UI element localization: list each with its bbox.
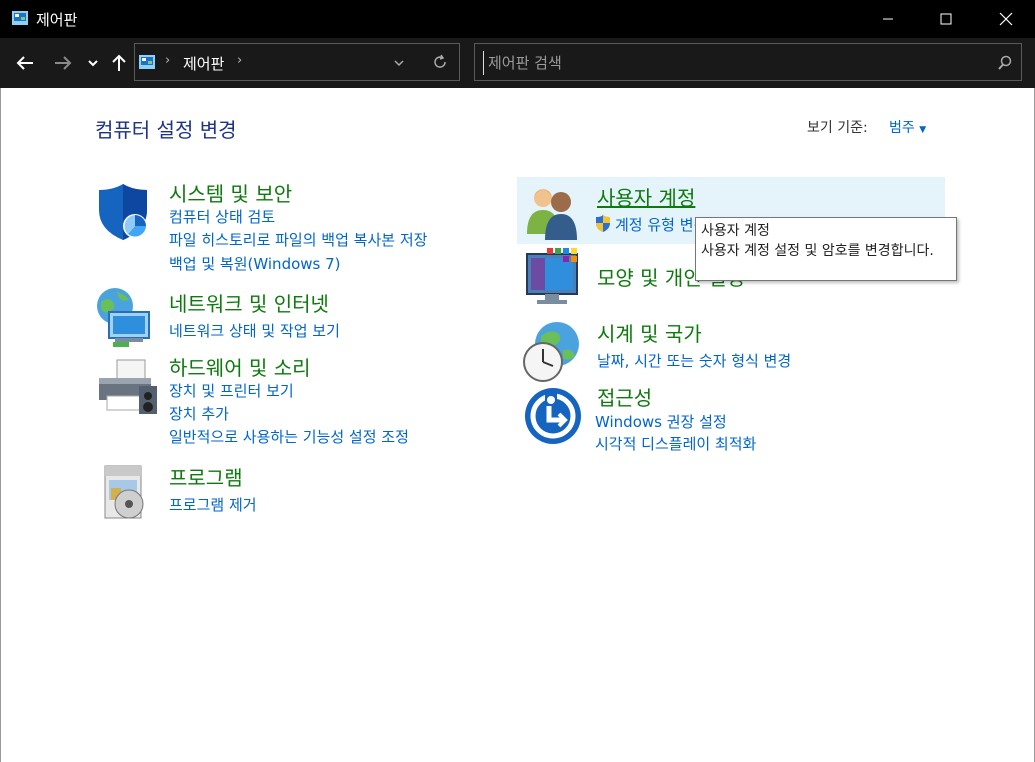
appearance-icon[interactable] xyxy=(523,246,587,310)
back-button[interactable] xyxy=(13,51,37,75)
link-recommended-settings[interactable]: Windows 권장 설정 xyxy=(595,411,727,432)
tooltip-text: 사용자 계정 설정 및 암호를 변경합니다. xyxy=(701,243,934,259)
link-review-computer-status[interactable]: 컴퓨터 상태 검토 xyxy=(169,206,275,227)
breadcrumb-control-panel[interactable]: 제어판 xyxy=(183,53,224,74)
view-by-value: 범주 xyxy=(889,120,915,136)
link-file-history[interactable]: 파일 히스토리로 파일의 백업 복사본 저장 xyxy=(169,229,427,250)
address-bar[interactable]: › 제어판 › xyxy=(134,43,460,81)
shield-icon[interactable] xyxy=(95,182,159,246)
category-system-security[interactable]: 시스템 및 보안 xyxy=(169,178,292,207)
link-change-account-type[interactable]: 계정 유형 변경 xyxy=(615,214,707,235)
breadcrumb-separator-icon: › xyxy=(165,53,171,68)
chevron-down-icon xyxy=(88,60,98,67)
control-panel-icon xyxy=(139,55,155,69)
link-devices-printers[interactable]: 장치 및 프린터 보기 xyxy=(169,380,294,401)
view-by-label: 보기 기준: xyxy=(807,120,868,136)
forward-button[interactable] xyxy=(51,51,75,75)
accessibility-icon[interactable] xyxy=(521,384,585,448)
window-title: 제어판 xyxy=(36,11,78,29)
search-input[interactable] xyxy=(483,51,990,75)
dropdown-arrow-icon: ▼ xyxy=(919,125,927,135)
category-clock-region[interactable]: 시계 및 국가 xyxy=(597,318,702,347)
close-button[interactable] xyxy=(977,0,1035,38)
link-backup-restore[interactable]: 백업 및 복원(Windows 7) xyxy=(169,253,341,274)
link-uninstall-program[interactable]: 프로그램 제거 xyxy=(169,494,257,515)
arrow-left-icon xyxy=(16,56,33,70)
network-icon[interactable] xyxy=(95,286,159,350)
up-button[interactable] xyxy=(107,51,131,75)
tooltip: 사용자 계정 사용자 계정 설정 및 암호를 변경합니다. xyxy=(695,217,957,281)
recent-locations-button[interactable] xyxy=(81,51,105,75)
breadcrumb-separator-icon[interactable]: › xyxy=(237,53,242,68)
link-network-status[interactable]: 네트워크 상태 및 작업 보기 xyxy=(169,320,340,341)
close-icon xyxy=(999,12,1013,26)
address-dropdown-icon[interactable] xyxy=(393,58,405,68)
programs-icon[interactable] xyxy=(95,460,159,524)
printer-icon[interactable] xyxy=(95,358,159,422)
view-by-dropdown[interactable]: 범주 ▼ xyxy=(889,117,926,137)
minimize-icon xyxy=(883,18,893,20)
link-add-device[interactable]: 장치 추가 xyxy=(169,403,229,424)
minimize-button[interactable] xyxy=(859,0,917,38)
page-heading: 컴퓨터 설정 변경 xyxy=(95,118,237,142)
category-programs[interactable]: 프로그램 xyxy=(169,462,243,491)
tooltip-title: 사용자 계정 xyxy=(701,223,770,239)
uac-shield-icon xyxy=(596,214,610,232)
category-accessibility[interactable]: 접근성 xyxy=(597,382,652,411)
control-panel-icon xyxy=(12,11,28,25)
arrow-up-icon xyxy=(112,54,126,71)
arrow-right-icon xyxy=(55,56,72,70)
content-area: 컴퓨터 설정 변경 보기 기준: 범주 ▼ 시스템 및 보안 컴퓨터 상태 검토… xyxy=(0,88,1035,762)
category-hardware-sound[interactable]: 하드웨어 및 소리 xyxy=(169,352,311,381)
category-user-accounts[interactable]: 사용자 계정 xyxy=(597,182,695,211)
link-mobility-settings[interactable]: 일반적으로 사용하는 기능성 설정 조정 xyxy=(169,426,409,447)
clock-globe-icon[interactable] xyxy=(521,320,585,384)
search-box[interactable] xyxy=(474,43,1022,81)
refresh-icon[interactable] xyxy=(432,54,448,70)
link-optimize-display[interactable]: 시각적 디스플레이 최적화 xyxy=(595,433,756,454)
maximize-icon xyxy=(940,13,952,25)
search-icon[interactable] xyxy=(997,55,1013,71)
title-bar: 제어판 xyxy=(0,0,1035,38)
link-date-time-format[interactable]: 날짜, 시간 또는 숫자 형식 변경 xyxy=(597,350,791,371)
category-network-internet[interactable]: 네트워크 및 인터넷 xyxy=(169,288,329,317)
maximize-button[interactable] xyxy=(917,0,975,38)
users-icon[interactable] xyxy=(523,184,587,248)
